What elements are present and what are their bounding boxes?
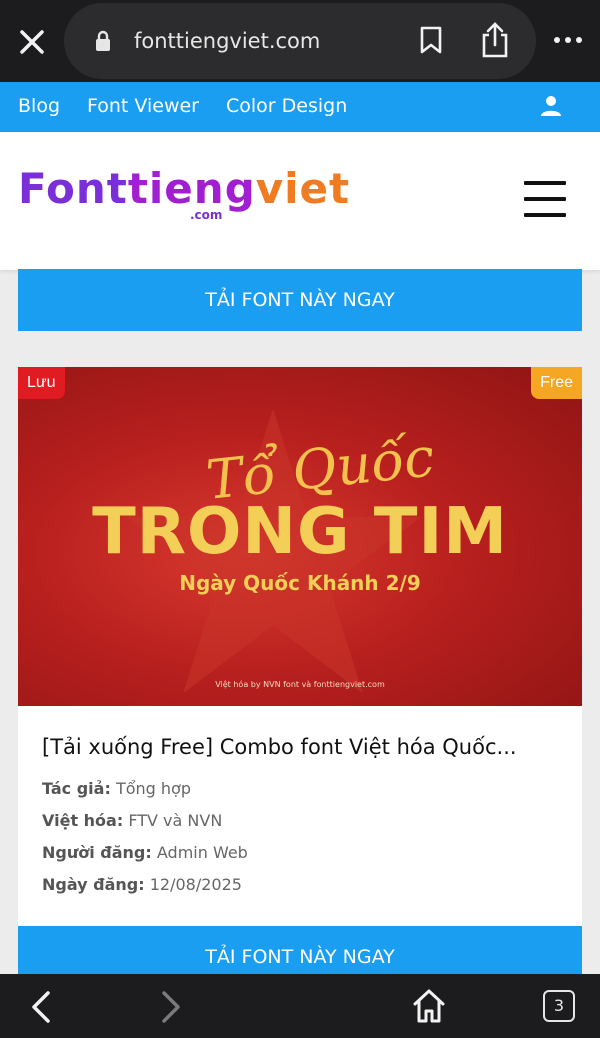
font-title[interactable]: [Tải xuống Free] Combo font Việt hóa Quố…: [42, 735, 562, 759]
url-text: fonttiengviet.com: [134, 29, 321, 53]
lock-icon: [96, 30, 110, 51]
site-logo[interactable]: Fonttiengviet .com: [18, 168, 350, 228]
free-badge: Free: [531, 367, 582, 399]
logo-suffix: .com: [190, 208, 223, 222]
logo-part-font: Font: [18, 164, 128, 213]
menu-icon[interactable]: [524, 181, 566, 217]
meta-label: Tác giả:: [42, 779, 111, 798]
banner-credit: Việt hóa by NVN font và fonttiengviet.co…: [215, 680, 385, 689]
close-icon[interactable]: [14, 24, 50, 60]
meta-date: Ngày đăng: 12/08/2025: [42, 875, 242, 894]
download-font-button[interactable]: TẢI FONT NÀY NGAY: [18, 269, 582, 331]
meta-value: Admin Web: [156, 843, 248, 862]
more-options-icon[interactable]: [552, 30, 584, 50]
browser-bottom-toolbar: 3: [0, 974, 600, 1038]
meta-author: Tác giả: Tổng hợp: [42, 779, 191, 798]
meta-poster: Người đăng: Admin Web: [42, 843, 248, 862]
back-icon[interactable]: [28, 990, 54, 1024]
meta-value: 12/08/2025: [149, 875, 242, 894]
save-badge[interactable]: Lưu: [18, 367, 65, 399]
banner-headline: TRONG TIM: [92, 495, 508, 569]
font-card: Tổ Quốc TRONG TIM Ngày Quốc Khánh 2/9 Vi…: [18, 367, 582, 927]
nav-link-font-viewer[interactable]: Font Viewer: [87, 95, 199, 117]
site-header: Fonttiengviet .com: [0, 132, 600, 270]
banner-subtitle: Ngày Quốc Khánh 2/9: [179, 571, 421, 595]
tabs-icon[interactable]: 3: [543, 990, 575, 1022]
font-preview-image[interactable]: Tổ Quốc TRONG TIM Ngày Quốc Khánh 2/9 Vi…: [18, 367, 582, 706]
meta-value: Tổng hợp: [115, 779, 191, 798]
meta-label: Ngày đăng:: [42, 875, 145, 894]
site-nav: Blog Font Viewer Color Design: [0, 82, 600, 132]
meta-value: FTV và NVN: [128, 811, 223, 830]
home-icon[interactable]: [412, 988, 446, 1024]
logo-part-viet: viet: [255, 164, 351, 213]
address-bar[interactable]: fonttiengviet.com: [64, 3, 536, 79]
nav-link-blog[interactable]: Blog: [18, 95, 60, 117]
bookmark-icon[interactable]: [418, 25, 444, 55]
meta-localizer: Việt hóa: FTV và NVN: [42, 811, 222, 830]
nav-link-color-design[interactable]: Color Design: [226, 95, 347, 117]
logo-part-tieng: tieng: [127, 164, 256, 213]
browser-toolbar: fonttiengviet.com: [0, 0, 600, 82]
meta-label: Việt hóa:: [42, 811, 124, 830]
share-icon[interactable]: [478, 21, 512, 59]
meta-label: Người đăng:: [42, 843, 152, 862]
forward-icon[interactable]: [158, 990, 184, 1024]
user-icon[interactable]: [540, 95, 562, 117]
